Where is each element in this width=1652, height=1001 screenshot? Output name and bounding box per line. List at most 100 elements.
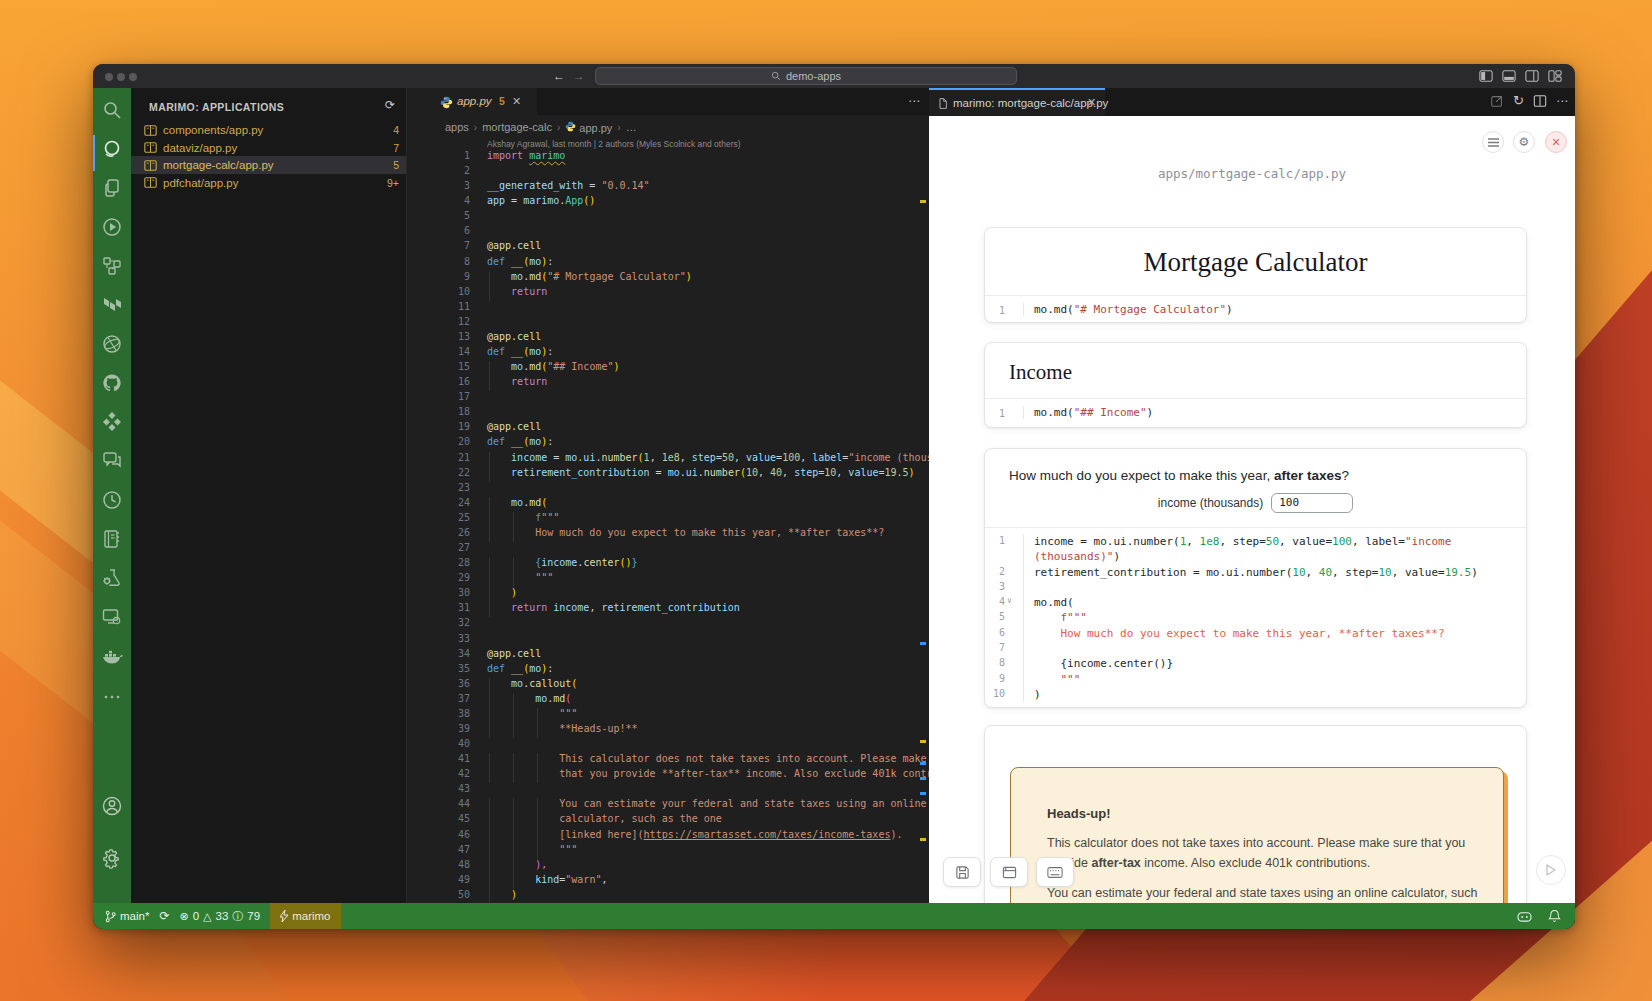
extensions-boxes-icon[interactable] [101,255,123,277]
refresh-icon[interactable]: ⟳ [382,97,398,113]
code-line-7[interactable]: 7@app.cell [407,240,929,255]
cell-code[interactable]: mo.md("## Income") [1023,406,1153,419]
command-center[interactable]: demo-apps [595,67,1017,85]
cell-code-line[interactable]: 4∨mo.md( [985,595,1526,610]
cell-code-line[interactable]: 10) [985,687,1526,702]
income-input[interactable]: 100 [1271,493,1353,513]
code-line-11[interactable]: 11 [407,301,929,316]
toggle-secondary-sidebar-icon[interactable] [1525,69,1539,83]
problems-item[interactable]: ⊗0 △33 ⓘ79 [179,909,260,924]
github-icon[interactable] [101,372,123,394]
notebook-icon[interactable] [101,528,123,550]
code-line-37[interactable]: 37mo.md( [407,693,929,708]
code-line-30[interactable]: 30) [407,587,929,602]
run-debug-icon[interactable] [101,216,123,238]
nav-forward-icon[interactable]: → [571,68,587,84]
cell-code-line[interactable]: 9 """ [985,672,1526,687]
save-button[interactable] [943,857,981,887]
refresh-icon[interactable]: ↻ [1513,93,1524,108]
breadcrumb-item[interactable]: mortgage-calc [482,121,552,133]
code-line-50[interactable]: 50) [407,889,929,903]
code-line-34[interactable]: 34@app.cell [407,648,929,663]
marimo-cell-3[interactable]: How much do you expect to make this year… [984,448,1527,708]
code-line-4[interactable]: 4app = marimo.App() [407,195,929,210]
marimo-cell-2[interactable]: Income1mo.md("## Income") [984,342,1527,428]
breadcrumb-item[interactable]: … [626,121,637,133]
open-as-app-button[interactable] [990,857,1028,887]
code-line-40[interactable]: 40 [407,738,929,753]
tab-close-icon[interactable]: ✕ [1087,96,1096,109]
code-line-22[interactable]: 22retirement_contribution = mo.ui.number… [407,467,929,482]
customize-layout-icon[interactable] [1548,69,1562,83]
code-line-25[interactable]: 25f""" [407,512,929,527]
code-editor[interactable]: Akshay Agrawal, last month | 2 authors (… [407,138,929,903]
code-line-1[interactable]: 1import marimo [407,150,929,165]
editor-actions-more-icon[interactable]: ⋯ [908,94,921,108]
code-line-28[interactable]: 28{income.center()} [407,557,929,572]
code-line-3[interactable]: 3__generated_with = "0.0.14" [407,180,929,195]
remote-screen-icon[interactable] [101,606,123,628]
code-line-39[interactable]: 39**Heads-up!** [407,723,929,738]
code-line-45[interactable]: 45calculator, such as the one [407,813,929,828]
breadcrumb-item[interactable]: app.py [579,122,612,134]
code-line-19[interactable]: 19@app.cell [407,421,929,436]
sidebar-item-dataviz-app-py[interactable]: dataviz/app.py7 [131,139,406,157]
code-line-48[interactable]: 48), [407,859,929,874]
terraform-icon[interactable] [101,294,123,316]
sidebar-item-mortgage-calc-app-py[interactable]: mortgage-calc/app.py5 [131,156,406,174]
code-line-26[interactable]: 26How much do you expect to make this ye… [407,527,929,542]
code-line-42[interactable]: 42that you provide **after-tax** income.… [407,768,929,783]
toggle-panel-icon[interactable] [1502,69,1516,83]
traffic-light-close[interactable] [105,73,113,81]
cell-code-line[interactable]: 5 f""" [985,610,1526,625]
breadcrumb[interactable]: apps›mortgage-calc› app.py›… [407,116,929,138]
copilot-icon[interactable] [1517,910,1532,923]
keyboard-shortcuts-button[interactable] [1036,857,1074,887]
traffic-light-minimize[interactable] [117,73,125,81]
code-line-33[interactable]: 33 [407,633,929,648]
comments-icon[interactable] [101,450,123,472]
run-all-button[interactable] [1536,855,1566,885]
settings-icon[interactable] [101,847,123,869]
cell-code-line[interactable]: (thousands)") [985,549,1526,564]
code-line-38[interactable]: 38""" [407,708,929,723]
sphere-icon[interactable] [101,333,123,355]
cell-code-line[interactable]: 3 [985,580,1526,595]
sidebar-item-components-app-py[interactable]: components/app.py4 [131,121,406,139]
marimo-cell-1[interactable]: Mortgage Calculator1mo.md("# Mortgage Ca… [984,227,1527,323]
code-line-31[interactable]: 31return income, retirement_contribution [407,602,929,617]
more-actions-icon[interactable]: ⋯ [1556,94,1569,108]
code-line-13[interactable]: 13@app.cell [407,331,929,346]
account-icon[interactable] [101,795,123,817]
toggle-sidebar-icon[interactable] [1479,69,1493,83]
code-line-46[interactable]: 46[linked here](https://smartasset.com/t… [407,829,929,844]
marimo-icon[interactable] [101,138,123,160]
code-line-24[interactable]: 24mo.md( [407,497,929,512]
testing-beaker-icon[interactable] [101,567,123,589]
tab-close-icon[interactable]: ✕ [512,95,521,108]
nav-back-icon[interactable]: ← [551,68,567,84]
settings-button[interactable]: ⚙ [1513,131,1535,153]
code-line-36[interactable]: 36mo.callout( [407,678,929,693]
code-line-14[interactable]: 14def __(mo): [407,346,929,361]
code-line-47[interactable]: 47""" [407,844,929,859]
cell-code-line[interactable]: 1income = mo.ui.number(1, 1e8, step=50, … [985,534,1526,549]
code-line-35[interactable]: 35def __(mo): [407,663,929,678]
more-icon[interactable] [101,686,123,708]
code-line-10[interactable]: 10return [407,286,929,301]
code-line-6[interactable]: 6 [407,225,929,240]
code-line-27[interactable]: 27 [407,542,929,557]
code-line-16[interactable]: 16return [407,376,929,391]
split-editor-icon[interactable] [1533,94,1547,108]
tab-marimo-preview[interactable]: marimo: mortgage-calc/app.py ✕ [929,88,1105,116]
open-external-icon[interactable] [1490,94,1504,108]
code-line-17[interactable]: 17 [407,391,929,406]
breadcrumb-item[interactable]: apps [445,121,469,133]
fold-chevron-icon[interactable]: ∨ [1007,596,1012,605]
git-branch-item[interactable]: main* [105,910,149,923]
traffic-light-zoom[interactable] [129,73,137,81]
cell-code-line[interactable]: 2retirement_contribution = mo.ui.number(… [985,565,1526,580]
marimo-status-item[interactable]: marimo [270,903,340,929]
code-line-23[interactable]: 23 [407,482,929,497]
cell-code[interactable]: mo.md("# Mortgage Calculator") [1023,303,1233,316]
